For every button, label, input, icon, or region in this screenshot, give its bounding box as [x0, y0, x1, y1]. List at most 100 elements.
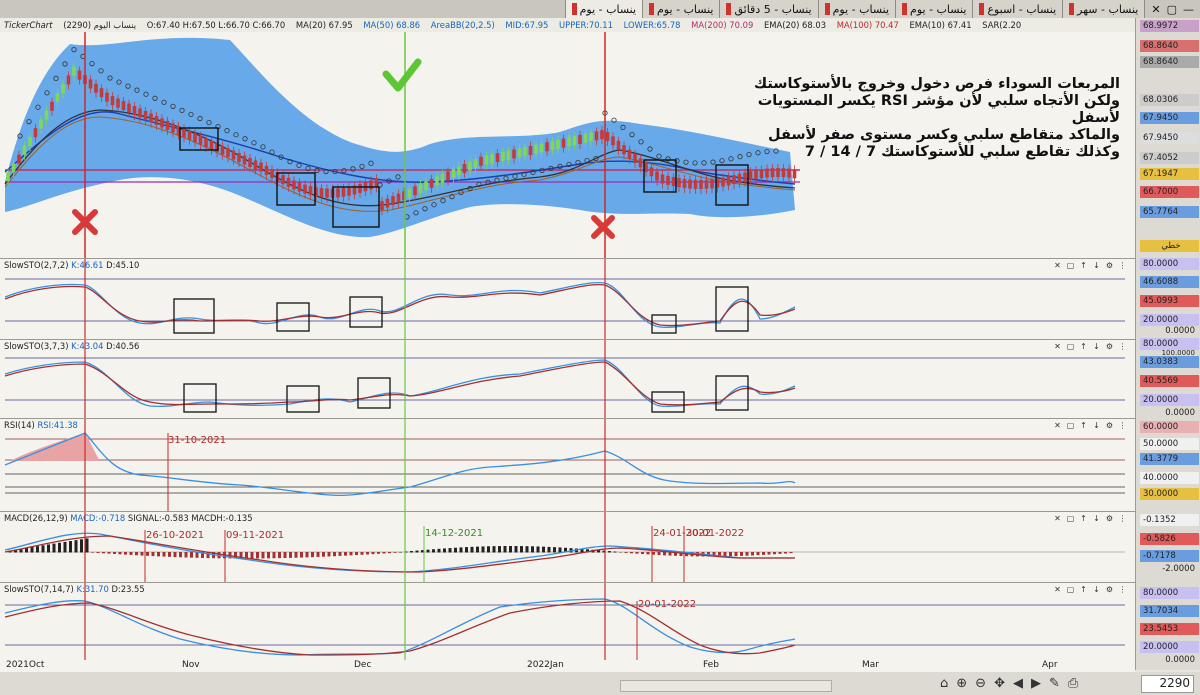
macd-bar [195, 552, 199, 558]
pan-icon[interactable]: ✥ [994, 676, 1005, 691]
ohlc-values: O:67.40 H:67.50 L:66.70 C:66.70 [146, 20, 286, 30]
macd-bar [333, 552, 336, 557]
xaxis-label: 2022Jan [527, 660, 564, 670]
macd-bar [278, 552, 281, 559]
rsi-date-label: 31-10-2021 [168, 435, 226, 446]
back-icon[interactable]: ◀ [1013, 676, 1023, 691]
tab-daily-1[interactable]: ينساب - يوم [895, 0, 973, 18]
price-axis[interactable]: 68.9972 68.8640 68.8640 68.0306 67.9450 … [1135, 18, 1200, 670]
macd-bar [459, 547, 463, 553]
macd-bar [349, 552, 353, 556]
macd-bar [371, 552, 375, 555]
macd-bar [520, 546, 523, 553]
minimize-icon[interactable]: — [1183, 3, 1194, 16]
macd-panel[interactable]: MACD(26,12,9) MACD:-0.718 SIGNAL:-0.583 … [0, 512, 1135, 583]
tab-weekly[interactable]: ينساب - اسبوع [972, 0, 1063, 18]
bb-lower-value: LOWER:65.78 [623, 20, 681, 30]
rsi-chart: 31-10-2021 [4, 419, 1125, 511]
stoch2-axis-tag: 40.5569 [1140, 375, 1199, 387]
rsi-axis-tag: 41.3779 [1140, 453, 1199, 465]
macd-axis-tag: -0.5826 [1140, 533, 1199, 545]
scroll-thumb[interactable] [620, 680, 832, 692]
zoom-out-icon[interactable]: ⊖ [975, 676, 986, 691]
macd-bar [338, 552, 342, 556]
macd-bar [91, 552, 94, 553]
macd-bar [492, 546, 496, 553]
macd-bar [85, 538, 89, 553]
macd-bar [415, 550, 419, 553]
macd-bar [322, 552, 325, 557]
symbol-code[interactable]: 2290 [1141, 675, 1194, 693]
chart-type-button[interactable]: خطي [1140, 240, 1199, 252]
macd-bar [547, 546, 551, 553]
macd-bar [525, 546, 529, 553]
tab-daily-active[interactable]: ينساب - يوم [564, 0, 643, 18]
close-icon[interactable]: ✕ [1151, 3, 1160, 16]
macd-bar [465, 547, 468, 553]
macd-bar [740, 552, 743, 556]
macd-axis-tag: -0.1352 [1140, 514, 1199, 526]
macd-bar [41, 545, 45, 553]
stoch-panel-2[interactable]: SlowSTO(3,7,3) K:43.04 D:40.56 ✕ ▢ ↑ ↓ ⚙ ⋮ [0, 340, 1135, 419]
macd-bar [613, 551, 617, 553]
stoch1-axis-text: 0.0000 [1165, 326, 1195, 336]
toolbar-icons: ⌂ ⊕ ⊖ ✥ ◀ ▶ ✎ ⎙ [940, 676, 1078, 691]
macd-bar [107, 552, 111, 554]
home-icon[interactable]: ⌂ [940, 676, 948, 691]
tab-monthly[interactable]: ينساب - سهر [1062, 0, 1145, 18]
source-label: TickerChart [4, 20, 53, 30]
stoch1-axis-tag: 20.0000 [1140, 314, 1199, 326]
macd-date-3: 14-12-2021 [425, 528, 483, 539]
flag-icon [902, 3, 908, 15]
macd-bar [542, 546, 545, 553]
macd-bar [536, 546, 540, 553]
macd-histogram [8, 538, 793, 559]
ma50-value: MA(50) 68.86 [363, 20, 421, 30]
stoch-panel-1[interactable]: SlowSTO(2,7,2) K:46.61 D:45.10 ✕ ▢ ↑ ↓ ⚙ ⋮ [0, 259, 1135, 340]
macd-bar [344, 552, 347, 556]
rsi-panel[interactable]: RSI(14) RSI:41.38 ✕ ▢ ↑ ↓ ⚙ ⋮ 31-10-2021 [0, 419, 1135, 512]
macd-bar [272, 552, 276, 559]
macd-bar [432, 549, 435, 553]
macd-bar [448, 548, 452, 553]
price-tag: 67.9450 [1140, 132, 1199, 144]
print-icon[interactable]: ⎙ [1068, 676, 1078, 691]
macd-bar [437, 548, 441, 553]
stoch-panel-3[interactable]: SlowSTO(7,14,7) K:31.70 D:23.55 ✕ ▢ ↑ ↓ ⚙ ⋮ 2… [0, 583, 1135, 661]
stoch3-chart: 20-01-2022 [4, 583, 1125, 660]
maximize-icon[interactable]: ▢ [1167, 3, 1177, 16]
macd-bar [168, 552, 171, 557]
stoch3-axis-tag: 31.7034 [1140, 605, 1199, 617]
macd-bar [140, 552, 144, 556]
macd-bar [113, 552, 116, 554]
bb-mid-value: MID:67.95 [505, 20, 549, 30]
draw-icon[interactable]: ✎ [1049, 676, 1060, 691]
macd-bar [256, 552, 259, 559]
forward-icon[interactable]: ▶ [1031, 676, 1041, 691]
macd-bar [657, 552, 661, 556]
macd-bar [305, 552, 309, 558]
macd-bar [388, 552, 391, 554]
macd-bar [250, 552, 254, 559]
tab-5min[interactable]: ينساب - 5 دقائق [719, 0, 818, 18]
macd-axis-text: -2.0000 [1162, 564, 1195, 574]
macd-bar [624, 552, 628, 553]
macd-bar [316, 552, 320, 557]
tab-daily-2[interactable]: ينساب - يوم [817, 0, 896, 18]
price-tag: 67.4052 [1140, 152, 1199, 164]
buy-check-marker [382, 58, 422, 92]
price-tag: 67.1947 [1140, 168, 1199, 180]
macd-bar [399, 551, 402, 553]
window-controls: ✕ ▢ — [1144, 0, 1200, 18]
stoch2-axis-tag: 43.0383 [1140, 356, 1199, 368]
macd-bar [751, 552, 754, 556]
price-panel[interactable]: المربعات السوداء فرص دخول وخروج بالأستوك… [0, 32, 1135, 259]
ma100-value: MA(100) 70.47 [836, 20, 899, 30]
zoom-in-icon[interactable]: ⊕ [956, 676, 967, 691]
macd-bar [773, 552, 776, 555]
macd-bar [503, 546, 507, 553]
rsi-axis-tag: 60.0000 [1140, 421, 1199, 433]
stoch2-axis-text: 0.0000 [1165, 408, 1195, 418]
tab-daily-3[interactable]: ينساب - يوم [642, 0, 720, 18]
macd-bar [476, 546, 479, 553]
